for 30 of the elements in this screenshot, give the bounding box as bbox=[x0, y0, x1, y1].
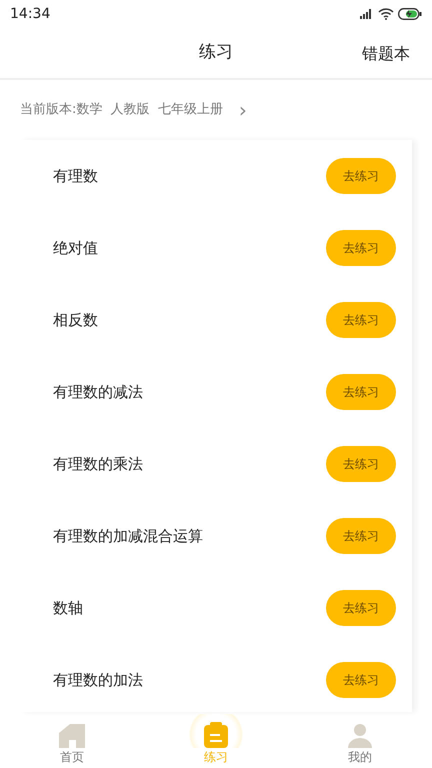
practice-button[interactable]: 去练习 bbox=[326, 302, 396, 338]
page-title: 练习 bbox=[199, 41, 233, 64]
tab-item[interactable]: 我的 bbox=[288, 712, 432, 768]
house-icon bbox=[57, 722, 87, 748]
practice-button[interactable]: 去练习 bbox=[326, 590, 396, 626]
chevron-icon: › bbox=[238, 100, 247, 120]
topic-name: 绝对值 bbox=[53, 238, 98, 259]
topic-name: 数轴 bbox=[53, 598, 83, 619]
practice-button[interactable]: 去练习 bbox=[326, 518, 396, 554]
topic-name: 有理数的加法 bbox=[53, 670, 143, 691]
topic-name: 有理数的乘法 bbox=[53, 454, 143, 475]
topic-name: 有理数 bbox=[53, 166, 98, 187]
version-text: 当前版本:数学 人教版 七年级上册 bbox=[20, 101, 223, 120]
mistakes-link[interactable]: 错题本 bbox=[362, 42, 410, 66]
signal-icon bbox=[360, 9, 374, 19]
battery-icon bbox=[398, 8, 422, 20]
clipboard-icon bbox=[204, 722, 228, 748]
practice-button[interactable]: 去练习 bbox=[326, 230, 396, 266]
version-selector[interactable]: 当前版本:数学 人教版 七年级上册 › bbox=[0, 80, 432, 140]
practice-button[interactable]: 去练习 bbox=[326, 446, 396, 482]
practice-button[interactable]: 去练习 bbox=[326, 662, 396, 698]
wifi-icon bbox=[378, 8, 394, 20]
topic-name: 相反数 bbox=[53, 310, 98, 331]
practice-button[interactable]: 去练习 bbox=[326, 374, 396, 410]
topic-name: 有理数的减法 bbox=[53, 382, 143, 403]
person-icon bbox=[347, 722, 373, 748]
status-time: 14:34 bbox=[10, 4, 50, 24]
tab-item[interactable]: 首页 bbox=[0, 712, 144, 768]
topic-name: 有理数的加减混合运算 bbox=[53, 526, 203, 547]
practice-button[interactable]: 去练习 bbox=[326, 158, 396, 194]
